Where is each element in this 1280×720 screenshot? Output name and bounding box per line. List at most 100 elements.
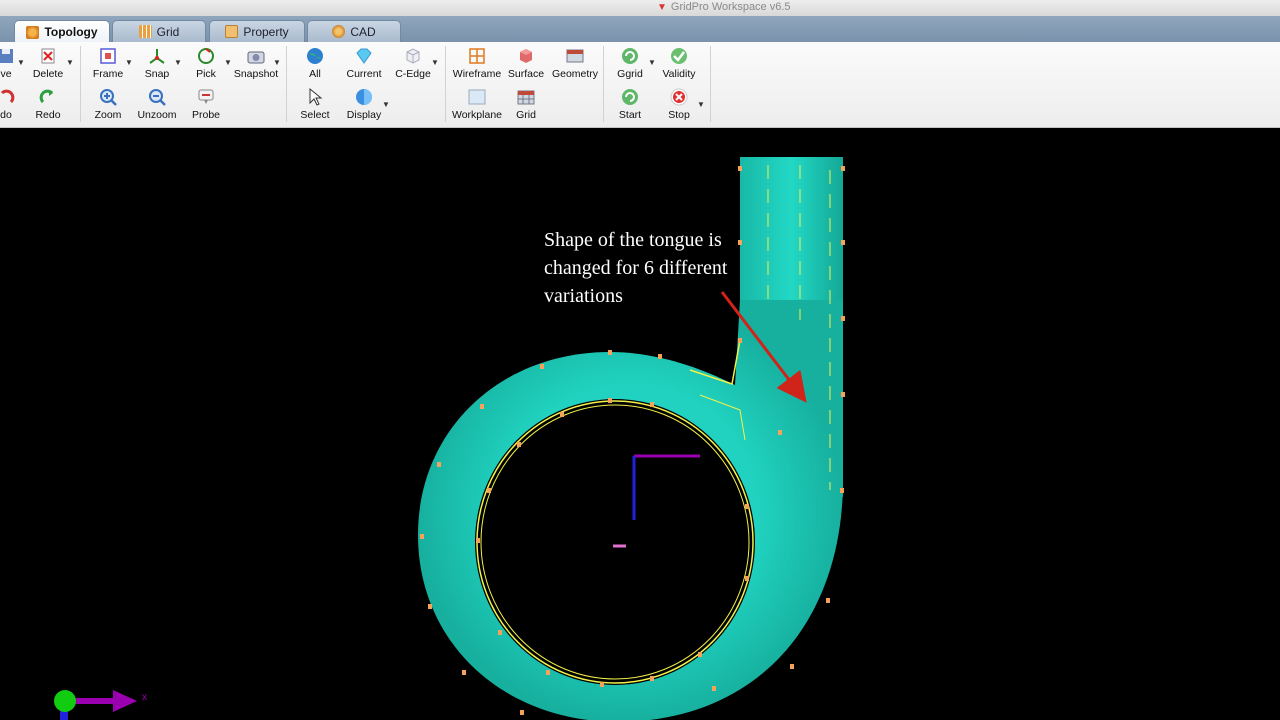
probe-button[interactable]: Probe — [178, 87, 234, 125]
cad-icon — [332, 25, 346, 38]
mesh-node — [476, 538, 480, 543]
mesh-node — [437, 462, 441, 467]
start-icon — [622, 89, 638, 105]
zoom-button[interactable]: Zoom — [80, 87, 136, 125]
mesh-node — [498, 630, 502, 635]
zoom-out-icon — [149, 89, 166, 106]
mesh-node — [841, 166, 845, 171]
stop-icon — [670, 88, 688, 106]
mesh-node — [841, 392, 845, 397]
undo-icon — [0, 89, 15, 104]
mesh-node — [462, 670, 466, 675]
mesh-node — [745, 504, 749, 509]
mesh-node — [712, 686, 716, 691]
wireframe-button[interactable]: Wireframe — [449, 46, 505, 84]
frame-icon — [100, 48, 116, 64]
save-icon — [0, 49, 13, 63]
start-button[interactable]: Start — [602, 87, 658, 125]
toolbar-ribbon: ve ▼ Delete ▼ Frame ▼ Snap ▼ Pick ▼ Snap… — [0, 42, 1280, 128]
wireframe-icon — [469, 48, 485, 64]
mesh-node — [600, 682, 604, 687]
mesh-node — [608, 350, 612, 355]
mesh-node — [520, 710, 524, 715]
annotation-text: Shape of the tongue is changed for 6 dif… — [544, 229, 728, 307]
current-button[interactable]: Current — [336, 46, 392, 84]
zoom-in-icon — [100, 89, 117, 106]
geometry-button[interactable]: Geometry — [547, 46, 603, 84]
globe-icon — [307, 48, 323, 64]
surface-icon — [520, 49, 532, 63]
select-button[interactable]: Select — [287, 87, 343, 125]
title-bar: ▼ GridPro Workspace v6.5 — [0, 0, 1280, 17]
workplane-icon — [468, 89, 486, 105]
redo-icon — [39, 89, 54, 104]
checkmark-icon — [671, 48, 687, 64]
camera-icon — [247, 51, 265, 64]
grid-button[interactable]: Grid — [498, 87, 554, 125]
triad-origin-ball — [54, 690, 76, 712]
tab-topology[interactable]: Topology — [14, 20, 110, 43]
window-title: ▼ GridPro Workspace v6.5 — [657, 1, 791, 13]
unzoom-button[interactable]: Unzoom — [129, 87, 185, 125]
grid-display-icon — [517, 90, 535, 105]
mesh-node — [840, 488, 844, 493]
mesh-node — [826, 598, 830, 603]
display-sphere-icon — [356, 89, 372, 105]
mesh-node — [658, 354, 662, 359]
pick-icon — [198, 48, 214, 64]
validity-button[interactable]: Validity — [651, 46, 707, 84]
cube-icon — [406, 48, 420, 64]
mesh-node — [778, 430, 782, 435]
surface-button[interactable]: Surface — [498, 46, 554, 84]
c-edge-dropdown-icon[interactable]: ▼ — [431, 58, 439, 67]
mesh-node — [738, 166, 742, 171]
mesh-node — [560, 412, 564, 417]
mesh-node — [517, 442, 521, 447]
snap-icon — [149, 49, 165, 64]
redo-button[interactable]: Redo — [20, 87, 76, 125]
tab-property[interactable]: Property — [209, 20, 305, 42]
mesh-node — [480, 404, 484, 409]
workplane-button[interactable]: Workplane — [449, 87, 505, 125]
mesh-node — [841, 316, 845, 321]
snapshot-dropdown-icon[interactable]: ▼ — [273, 58, 281, 67]
app-logo-icon: ▼ — [657, 2, 667, 13]
all-button[interactable]: All — [287, 46, 343, 84]
mesh-node — [745, 576, 749, 581]
mesh-node — [841, 240, 845, 245]
mesh-node — [790, 664, 794, 669]
delete-dropdown-icon[interactable]: ▼ — [66, 58, 74, 67]
topology-icon — [26, 25, 40, 39]
triad-arrow-icon — [113, 690, 137, 712]
mesh-node — [420, 534, 424, 539]
mesh-node — [698, 652, 702, 657]
delete-icon — [41, 48, 55, 64]
geometry-icon — [566, 49, 584, 63]
orientation-triad[interactable]: x — [54, 690, 147, 720]
display-dropdown-icon[interactable]: ▼ — [382, 100, 390, 109]
cursor-icon — [309, 87, 323, 106]
mesh-node — [650, 676, 654, 681]
tab-grid[interactable]: Grid — [112, 20, 206, 42]
triad-x-label: x — [142, 692, 147, 703]
volute-model: x — [54, 157, 845, 720]
probe-icon — [198, 89, 214, 104]
mesh-node — [487, 488, 491, 493]
grid-icon — [138, 25, 152, 38]
toolbar-separator — [710, 46, 711, 122]
toolbar-separator — [80, 46, 81, 122]
toolbar-separator — [286, 46, 287, 122]
tab-bar: Topology Grid Property CAD — [0, 16, 1280, 43]
mesh-node — [428, 604, 432, 609]
tab-cad[interactable]: CAD — [307, 20, 401, 42]
diamond-icon — [356, 48, 372, 64]
mesh-node — [540, 364, 544, 369]
mesh-node — [650, 402, 654, 407]
ggrid-icon — [622, 48, 638, 64]
mesh-node — [738, 338, 742, 343]
toolbar-separator — [603, 46, 604, 122]
stop-dropdown-icon[interactable]: ▼ — [697, 100, 705, 109]
graphics-viewport[interactable]: x Shape of the tongue is changed for 6 d… — [0, 128, 1280, 720]
property-icon — [225, 25, 239, 38]
mesh-node — [608, 398, 612, 403]
